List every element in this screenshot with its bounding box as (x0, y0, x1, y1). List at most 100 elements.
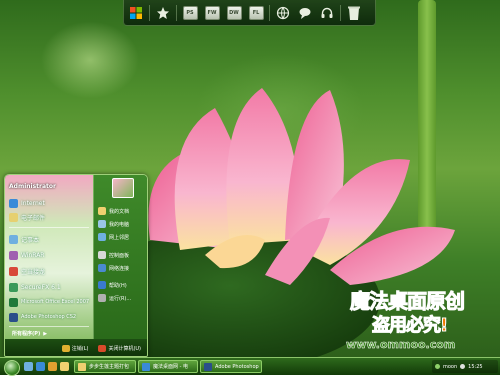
taskbar-button-label: 步步生莲主题打包 (89, 364, 130, 370)
quicklaunch-explorer-icon[interactable] (60, 362, 69, 371)
start-menu-item-label: WinRAR (21, 251, 45, 259)
star-icon[interactable] (154, 4, 172, 22)
start-button[interactable] (4, 360, 20, 376)
photoshop-app-icon[interactable]: PS (181, 4, 199, 22)
logoff-icon (61, 345, 70, 352)
tray-network-icon[interactable] (435, 364, 440, 369)
flash-app-label: FL (248, 5, 264, 20)
headphones-icon[interactable] (318, 4, 336, 22)
documents-icon (98, 207, 106, 215)
start-menu-username: Administrator (9, 183, 56, 190)
all-programs-button[interactable]: 所有程序(P) ▶ (12, 330, 48, 338)
tray-label[interactable]: moon (443, 364, 457, 370)
quicklaunch-ie-icon[interactable] (36, 362, 45, 371)
recycle-bin-icon[interactable] (345, 4, 363, 22)
tray-volume-icon[interactable] (460, 364, 466, 369)
all-programs-label: 所有程序(P) (12, 331, 41, 337)
shutdown-button[interactable]: 关闭计算机(U) (98, 345, 141, 352)
photoshop-app-label: PS (182, 5, 198, 20)
securefx-icon (9, 282, 18, 292)
start-menu-item-label: Internet (21, 199, 45, 207)
start-menu-item-label: Adobe Photoshop CS2 (21, 314, 77, 320)
windows-logo-icon[interactable] (127, 4, 145, 22)
quicklaunch-media-icon[interactable] (48, 362, 57, 371)
start-menu-place-label: 网上邻居 (109, 234, 130, 241)
taskbar-button[interactable]: 魔法桌面网 - 电 (138, 360, 198, 373)
browser-icon (142, 362, 150, 371)
start-menu-place[interactable]: 网上邻居 (98, 231, 129, 243)
start-menu-place-label: 帮助(H) (109, 282, 127, 289)
flash-app-icon[interactable]: FL (247, 4, 265, 22)
watermark: 魔法桌面原创 盗用必究! www.ommoo.com (346, 285, 498, 357)
start-menu-footer: 注销(L) 关闭计算机(U) (5, 339, 147, 356)
start-menu-place-label: 控制面板 (109, 252, 130, 259)
notepad-icon (9, 234, 18, 244)
photoshop-icon (9, 312, 18, 322)
freecell-icon (9, 266, 18, 276)
start-menu-item-label: 空当接龙 (21, 268, 46, 276)
start-menu-place[interactable]: 我的文档 (98, 205, 129, 217)
start-menu-places-pane: 我的文档 我的电脑 网上邻居 控制面板 网络连接 帮助(H) 运行(R)... (93, 175, 147, 339)
start-menu-item[interactable]: Microsoft Office Excel 2007 (9, 296, 89, 308)
taskbar: 步步生莲主题打包 魔法桌面网 - 电 Adobe Photoshop moon … (0, 357, 500, 376)
start-menu-item-label: Microsoft Office Excel 2007 (21, 299, 90, 305)
help-icon (98, 281, 106, 289)
run-icon (98, 294, 106, 302)
taskbar-button-label: Adobe Photoshop (215, 363, 259, 370)
start-menu-item-label: 电子邮件 (21, 214, 46, 222)
arrow-right-icon: ▶ (43, 330, 48, 337)
messenger-icon[interactable] (296, 4, 314, 22)
watermark-url: www.ommoo.com (346, 338, 456, 352)
photoshop-icon (204, 362, 212, 371)
taskbar-button[interactable]: 步步生莲主题打包 (74, 360, 136, 373)
start-menu-place-label: 我的电脑 (109, 221, 130, 228)
start-menu-place[interactable]: 网络连接 (98, 262, 129, 274)
start-menu-item-label: 记事本 (21, 236, 40, 244)
internet-icon (9, 198, 18, 208)
power-icon (98, 345, 107, 352)
start-menu-item[interactable]: WinRAR (9, 249, 44, 261)
start-menu-place[interactable]: 帮助(H) (98, 279, 127, 291)
dreamweaver-app-icon[interactable]: DW (225, 4, 243, 22)
start-menu-item[interactable]: 电子邮件 (9, 211, 45, 223)
start-menu-separator (9, 227, 89, 228)
start-menu-item[interactable]: Adobe Photoshop CS2 (9, 311, 76, 323)
dock-separator (340, 4, 341, 21)
start-menu-item[interactable]: Internet (9, 197, 45, 209)
dock-separator (176, 4, 177, 21)
taskbar-button[interactable]: Adobe Photoshop (200, 360, 262, 373)
start-menu-place[interactable]: 运行(R)... (98, 292, 131, 304)
shutdown-label: 关闭计算机(U) (108, 346, 141, 352)
start-menu-separator (9, 326, 89, 327)
start-menu-place-label: 我的文档 (109, 208, 130, 215)
dock-separator (269, 4, 270, 21)
quicklaunch-desktop-icon[interactable] (24, 362, 33, 371)
start-menu-place[interactable]: 控制面板 (98, 249, 129, 261)
user-avatar[interactable] (112, 178, 134, 198)
watermark-title: 魔法桌面原创 (350, 289, 466, 314)
internet-icon[interactable] (274, 4, 292, 22)
winrar-icon (9, 250, 18, 260)
excel-icon (9, 297, 18, 307)
network-icon (98, 233, 106, 241)
control-panel-icon (98, 251, 106, 259)
start-menu-item[interactable]: 空当接龙 (9, 265, 45, 277)
dreamweaver-app-label: DW (226, 5, 242, 20)
start-menu-item[interactable]: SecureFX 6.1 (9, 281, 61, 293)
dock-separator (149, 4, 150, 21)
start-menu-item-label: SecureFX 6.1 (21, 283, 61, 291)
fireworks-app-label: FW (204, 5, 220, 20)
system-tray: moon 15:25 (432, 360, 498, 373)
fireworks-app-icon[interactable]: FW (203, 4, 221, 22)
start-menu-item[interactable]: 记事本 (9, 233, 39, 245)
mail-icon (9, 212, 18, 222)
start-menu-programs-pane: Administrator Internet 电子邮件 记事本 WinRAR 空… (5, 175, 93, 339)
folder-icon (78, 362, 86, 371)
start-menu-place-label: 运行(R)... (109, 295, 132, 302)
start-menu-place-label: 网络连接 (109, 265, 130, 272)
network-connections-icon (98, 264, 106, 272)
clock[interactable]: 15:25 (468, 364, 482, 370)
logoff-button[interactable]: 注销(L) (61, 345, 88, 352)
watermark-subtitle: 盗用必究! (371, 315, 448, 337)
start-menu-place[interactable]: 我的电脑 (98, 218, 129, 230)
